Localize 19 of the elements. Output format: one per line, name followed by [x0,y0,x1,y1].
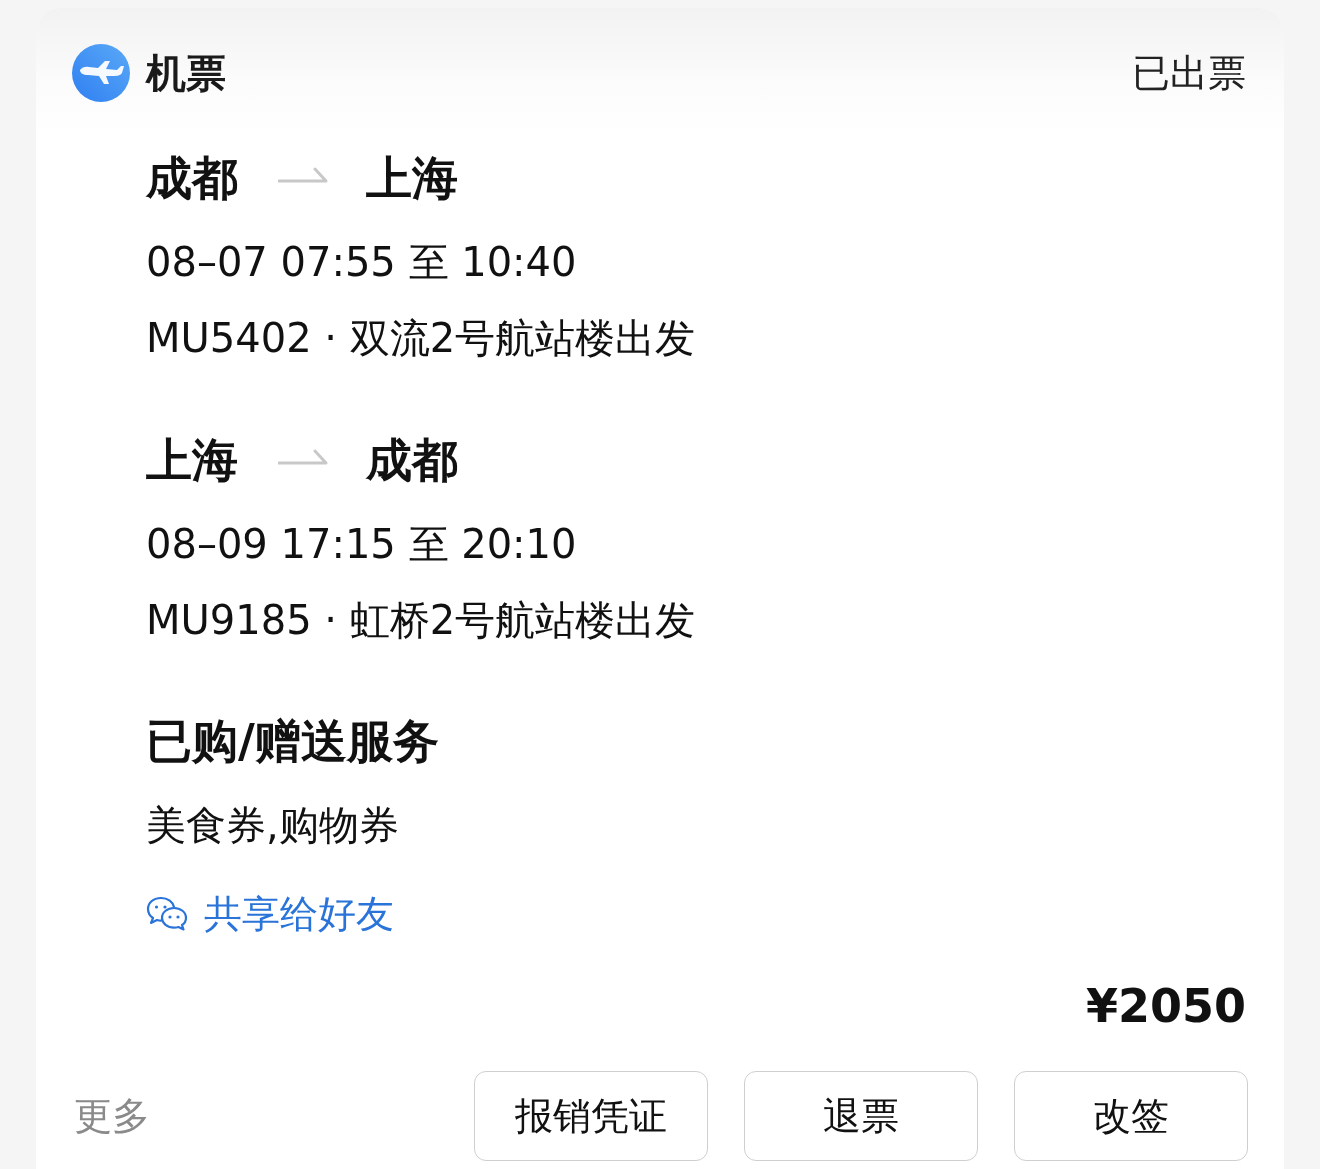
departure-city: 成都 [146,150,238,207]
action-button[interactable]: 退票 [744,1071,978,1161]
services-heading: 已购/赠送服务 [146,713,440,770]
total-price: ¥2050 [1085,978,1246,1035]
arrival-city: 上海 [366,150,458,207]
flight-time: 08–07 07:55 至 10:40 [146,238,578,287]
action-button[interactable]: 改签 [1014,1071,1248,1161]
card-title: 机票 [146,48,226,98]
flight-number: MU5402 · 双流2号航站楼出发 [146,314,697,363]
plane-icon [72,44,130,102]
services-list: 美食券,购物券 [146,797,1248,853]
flight-number: MU9185 · 虹桥2号航站楼出发 [146,596,697,645]
action-button[interactable]: 报销凭证 [474,1071,708,1161]
share-link[interactable]: 共享给好友 [204,888,394,940]
ticket-status: 已出票 [1132,49,1246,97]
flight-time: 08–09 17:15 至 20:10 [146,520,578,569]
departure-city: 上海 [146,432,238,489]
arrival-city: 成都 [366,432,458,489]
chat-bubbles-icon [146,896,188,932]
